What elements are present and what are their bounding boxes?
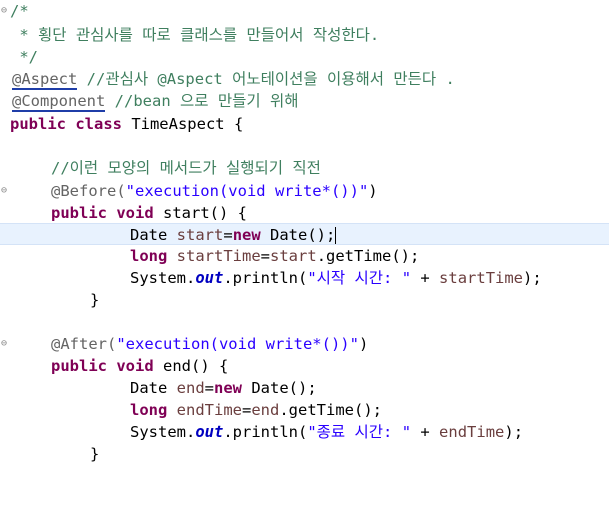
- code-line: ⊖ @Before("execution(void write*())"): [0, 180, 609, 202]
- method-declaration: end() {: [153, 357, 229, 375]
- code-line: long endTime=end.getTime();: [0, 399, 609, 421]
- code-line: public void start() {: [0, 202, 609, 224]
- code-line: */: [0, 46, 609, 68]
- fold-collapse-icon[interactable]: ⊖: [1, 180, 9, 202]
- static-field: out: [195, 269, 224, 287]
- code-text: );: [504, 423, 524, 441]
- after-annotation: @After(: [51, 335, 117, 353]
- closing-brace: }: [90, 445, 100, 463]
- operator: +: [411, 423, 440, 441]
- code-line: //이런 모양의 메서드가 실행되기 직전: [0, 157, 609, 179]
- class-declaration: TimeAspect {: [121, 115, 244, 133]
- type-name: Date: [130, 226, 177, 244]
- code-line: System.out.println("종료 시간: " + endTime);: [0, 421, 609, 443]
- comment-text: /*: [10, 2, 29, 20]
- keyword: long: [130, 401, 168, 419]
- fold-collapse-icon[interactable]: ⊖: [1, 0, 9, 22]
- code-line: long startTime=start.getTime();: [0, 245, 609, 267]
- keyword: public void: [51, 357, 154, 375]
- code-line: @Aspect //관심사 @Aspect 어노테이션을 이용해서 만든다 .: [0, 68, 609, 90]
- string-literal: "execution(void write*())": [125, 182, 369, 200]
- code-text: .getTime();: [316, 247, 420, 265]
- static-field: out: [195, 423, 224, 441]
- code-line: }: [0, 289, 609, 311]
- keyword: new: [214, 379, 243, 397]
- before-annotation: @Before(: [51, 182, 126, 200]
- paren: ): [368, 182, 378, 200]
- text-caret: [335, 227, 337, 244]
- code-editor[interactable]: ⊖ /* * 횡단 관심사를 따로 클래스를 만들어서 작성한다. */ @As…: [0, 0, 609, 480]
- local-variable: end: [251, 401, 280, 419]
- operator: =: [260, 247, 271, 265]
- comment-text: //이런 모양의 메서드가 실행되기 직전: [51, 159, 321, 177]
- string-literal: "종료 시간: ": [307, 423, 412, 441]
- code-text: .println(: [223, 269, 308, 287]
- type-name: Date: [130, 379, 177, 397]
- local-variable: start: [270, 247, 317, 265]
- comment-text: */: [10, 48, 38, 66]
- operator: =: [204, 379, 215, 397]
- local-variable: start: [176, 226, 224, 244]
- component-annotation: @Component: [12, 92, 106, 112]
- code-text: Date();: [260, 226, 336, 244]
- closing-brace: }: [90, 291, 100, 309]
- code-text: System.: [130, 269, 196, 287]
- code-text: );: [523, 269, 542, 287]
- keyword: new: [232, 226, 261, 244]
- code-line: }: [0, 443, 609, 465]
- code-text: System.: [130, 423, 196, 441]
- keyword: public class: [10, 115, 122, 133]
- code-text: .getTime();: [279, 401, 382, 419]
- code-line: System.out.println("시작 시간: " + startTime…: [0, 267, 609, 289]
- comment-text: * 횡단 관심사를 따로 클래스를 만들어서 작성한다.: [10, 26, 380, 44]
- code-line: * 횡단 관심사를 따로 클래스를 만들어서 작성한다.: [0, 24, 609, 46]
- string-literal: "시작 시간: ": [307, 269, 412, 287]
- code-line: Date end=new Date();: [0, 377, 609, 399]
- local-variable: end: [176, 379, 205, 397]
- code-line: @Component //bean 으로 만들기 위해: [0, 90, 609, 112]
- local-variable: startTime: [439, 269, 524, 287]
- string-literal: "execution(void write*())": [116, 335, 359, 353]
- current-code-line: Date start=new Date();: [0, 223, 609, 245]
- paren: ): [358, 335, 369, 353]
- code-text: .println(: [223, 423, 308, 441]
- local-variable: startTime: [176, 247, 261, 265]
- aspect-annotation: @Aspect: [12, 70, 78, 90]
- code-line: public class TimeAspect {: [0, 113, 609, 135]
- comment-text: //관심사 @Aspect 어노테이션을 이용해서 만든다 .: [77, 70, 455, 88]
- local-variable: endTime: [439, 423, 505, 441]
- code-line: ⊖ @After("execution(void write*())"): [0, 333, 609, 355]
- code-line: public void end() {: [0, 355, 609, 377]
- keyword: public void: [51, 204, 154, 222]
- operator: +: [411, 269, 440, 287]
- comment-text: //bean 으로 만들기 위해: [105, 92, 299, 110]
- operator: =: [242, 401, 252, 419]
- code-text: Date();: [242, 379, 317, 397]
- fold-collapse-icon[interactable]: ⊖: [1, 333, 9, 355]
- keyword: long: [130, 247, 168, 265]
- code-line: ⊖ /*: [0, 0, 609, 22]
- local-variable: endTime: [176, 401, 242, 419]
- method-declaration: start() {: [153, 204, 247, 222]
- operator: =: [223, 226, 233, 244]
